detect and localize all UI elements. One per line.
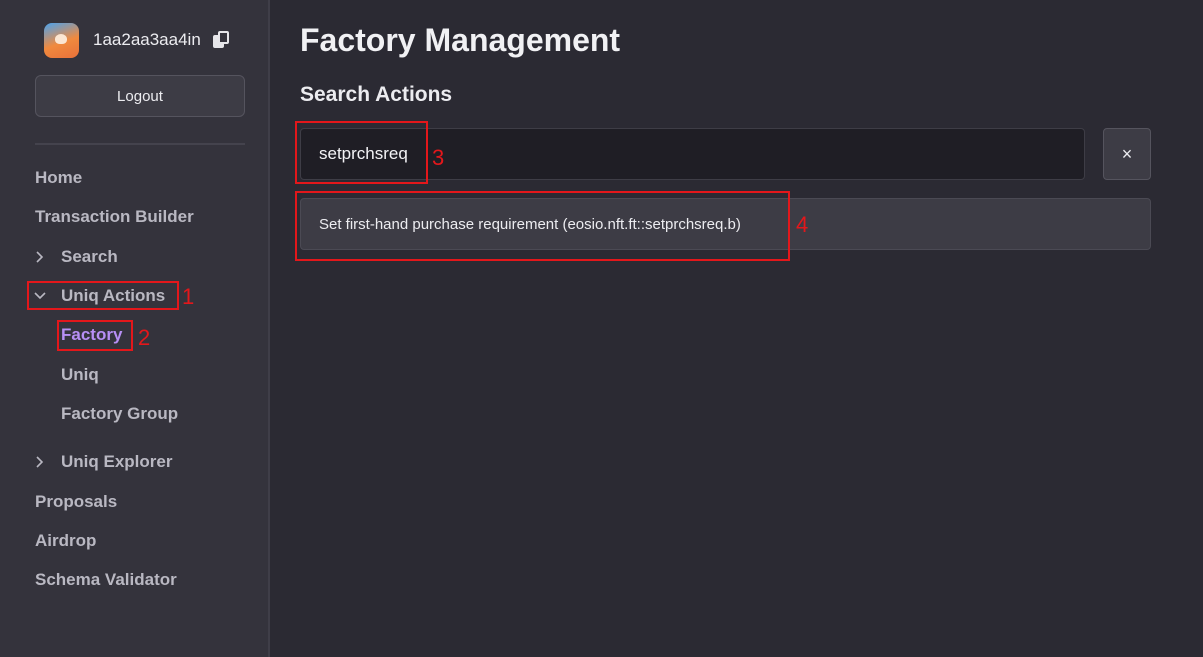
sidebar-item-uniq-explorer-label: Uniq Explorer (61, 452, 173, 471)
copy-icon[interactable] (212, 31, 229, 49)
annotation-box-4 (295, 191, 790, 261)
annotation-box-2 (57, 320, 133, 351)
page-title: Factory Management (300, 22, 621, 58)
annotation-label-4: 4 (796, 212, 809, 237)
logout-button[interactable]: Logout (35, 75, 245, 117)
sidebar-item-schema-validator[interactable]: Schema Validator (35, 568, 177, 592)
username: 1aa2aa3aa4in (93, 30, 201, 49)
chevron-right-icon (33, 450, 47, 474)
sidebar-item-proposals[interactable]: Proposals (35, 490, 117, 514)
sidebar-item-factory-group[interactable]: Factory Group (61, 402, 178, 426)
sidebar-item-search[interactable]: Search (35, 245, 118, 269)
sidebar-divider (35, 143, 245, 145)
sidebar-item-airdrop[interactable]: Airdrop (35, 529, 96, 553)
user-info: 1aa2aa3aa4in (44, 22, 229, 58)
annotation-label-1: 1 (182, 284, 195, 309)
annotation-box-3 (295, 121, 428, 184)
sidebar: 1aa2aa3aa4in Logout Home Transaction Bui… (0, 0, 270, 657)
main-content: Factory Management Search Actions × Set … (272, 0, 1203, 657)
sidebar-item-uniq[interactable]: Uniq (61, 363, 99, 387)
annotation-box-1 (27, 281, 179, 310)
sidebar-item-home[interactable]: Home (35, 166, 82, 190)
section-title: Search Actions (300, 83, 453, 106)
clear-search-button[interactable]: × (1103, 128, 1151, 180)
chevron-right-icon (33, 245, 47, 269)
annotation-label-3: 3 (432, 145, 445, 170)
avatar-icon[interactable] (44, 22, 79, 58)
sidebar-item-transaction-builder[interactable]: Transaction Builder (35, 205, 194, 229)
annotation-label-2: 2 (138, 325, 151, 350)
sidebar-item-search-label: Search (61, 247, 118, 266)
sidebar-item-uniq-explorer[interactable]: Uniq Explorer (35, 450, 172, 474)
